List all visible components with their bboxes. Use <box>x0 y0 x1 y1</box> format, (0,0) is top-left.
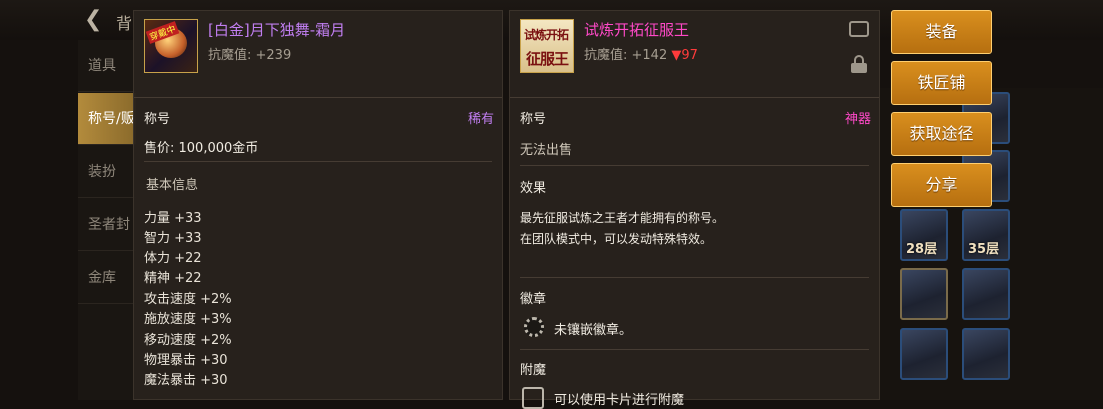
share-link-icon[interactable] <box>849 21 869 37</box>
attribute-line: 精神 +22 <box>144 271 202 286</box>
attribute-line: 施放速度 +3% <box>144 312 232 327</box>
slot-floor-label: 28层 <box>906 242 938 257</box>
obtain-source-button[interactable]: 获取途径 <box>891 112 992 156</box>
magic-resist-change: ▼97 <box>671 48 698 63</box>
icon-text-bottom: 征服王 <box>526 50 569 68</box>
nav-item-vault[interactable]: 金库 <box>78 252 136 304</box>
selected-item-tooltip: 试炼开拓 征服王 试炼开拓征服王 抗魔值: +142 ▼97 称号 神器 无法出… <box>509 10 880 409</box>
equipped-title-icon: 穿戴中 <box>144 19 198 73</box>
divider <box>144 161 492 162</box>
nav-item-titles[interactable]: 称号/贩 <box>78 93 136 145</box>
price-label: 售价: 100,000金币 <box>144 141 259 156</box>
attribute-line: 移动速度 +2% <box>144 333 232 348</box>
attribute-line: 物理暴击 +30 <box>144 353 228 368</box>
inventory-category-nav: 道具 称号/贩 装扮 圣者封 金库 <box>78 40 136 400</box>
divider <box>520 277 869 278</box>
equip-button[interactable]: 装备 <box>891 10 992 54</box>
magic-resist-stat: 抗魔值: +239 <box>208 48 292 63</box>
divider <box>520 165 869 166</box>
lock-icon[interactable] <box>851 55 867 73</box>
inventory-title: 背 <box>116 14 133 33</box>
blacksmith-button[interactable]: 铁匠铺 <box>891 61 992 105</box>
magic-resist-value: 抗魔值: +142 <box>584 48 668 63</box>
nav-item-costume[interactable]: 装扮 <box>78 146 136 198</box>
magic-resist-stat: 抗魔值: +142 ▼97 <box>584 44 698 63</box>
effect-line: 最先征服试炼之王者才能拥有的称号。 <box>520 211 725 225</box>
attribute-line: 力量 +33 <box>144 211 202 226</box>
divider <box>134 97 502 98</box>
divider <box>510 97 879 98</box>
emblem-status: 未镶嵌徽章。 <box>554 323 633 338</box>
back-arrow-icon[interactable]: ❮ <box>84 8 108 32</box>
rarity-label: 神器 <box>844 112 871 127</box>
equipped-item-tooltip: 穿戴中 [白金]月下独舞-霜月 抗魔值: +239 称号 稀有 售价: 100,… <box>133 10 503 400</box>
rarity-label: 稀有 <box>467 112 494 127</box>
share-button[interactable]: 分享 <box>891 163 992 207</box>
attribute-line: 智力 +33 <box>144 231 202 246</box>
effect-line: 在团队模式中，可以发动特殊特效。 <box>520 232 713 246</box>
inventory-slot[interactable] <box>900 328 948 380</box>
item-category: 称号 <box>520 112 547 127</box>
sell-status: 无法出售 <box>520 143 573 158</box>
item-category: 称号 <box>144 112 171 127</box>
slot-floor-label: 35层 <box>968 242 1000 257</box>
attribute-line: 攻击速度 +2% <box>144 292 232 307</box>
item-name: 试炼开拓征服王 <box>584 21 690 39</box>
attribute-line: 魔法暴击 +30 <box>144 373 228 388</box>
divider <box>520 349 869 350</box>
nav-item-props[interactable]: 道具 <box>78 40 136 92</box>
inventory-slot[interactable] <box>900 268 948 320</box>
enchant-card-slot-icon <box>522 387 544 409</box>
emblem-heading: 徽章 <box>520 292 547 307</box>
nav-item-saint-seal[interactable]: 圣者封 <box>78 199 136 251</box>
enchant-hint: 可以使用卡片进行附魔 <box>554 393 685 408</box>
emblem-socket-icon <box>524 317 544 337</box>
item-name: [白金]月下独舞-霜月 <box>208 21 346 39</box>
inventory-slot[interactable]: 28层 <box>900 209 948 261</box>
inventory-slot[interactable]: 35层 <box>962 209 1010 261</box>
icon-text-top: 试炼开拓 <box>524 28 569 42</box>
basic-info-heading: 基本信息 <box>146 178 199 193</box>
effect-heading: 效果 <box>520 181 547 196</box>
inventory-slot[interactable] <box>962 328 1010 380</box>
enchant-heading: 附魔 <box>520 363 547 378</box>
attribute-line: 体力 +22 <box>144 251 202 266</box>
selected-title-icon: 试炼开拓 征服王 <box>520 19 574 73</box>
inventory-slot[interactable] <box>962 268 1010 320</box>
